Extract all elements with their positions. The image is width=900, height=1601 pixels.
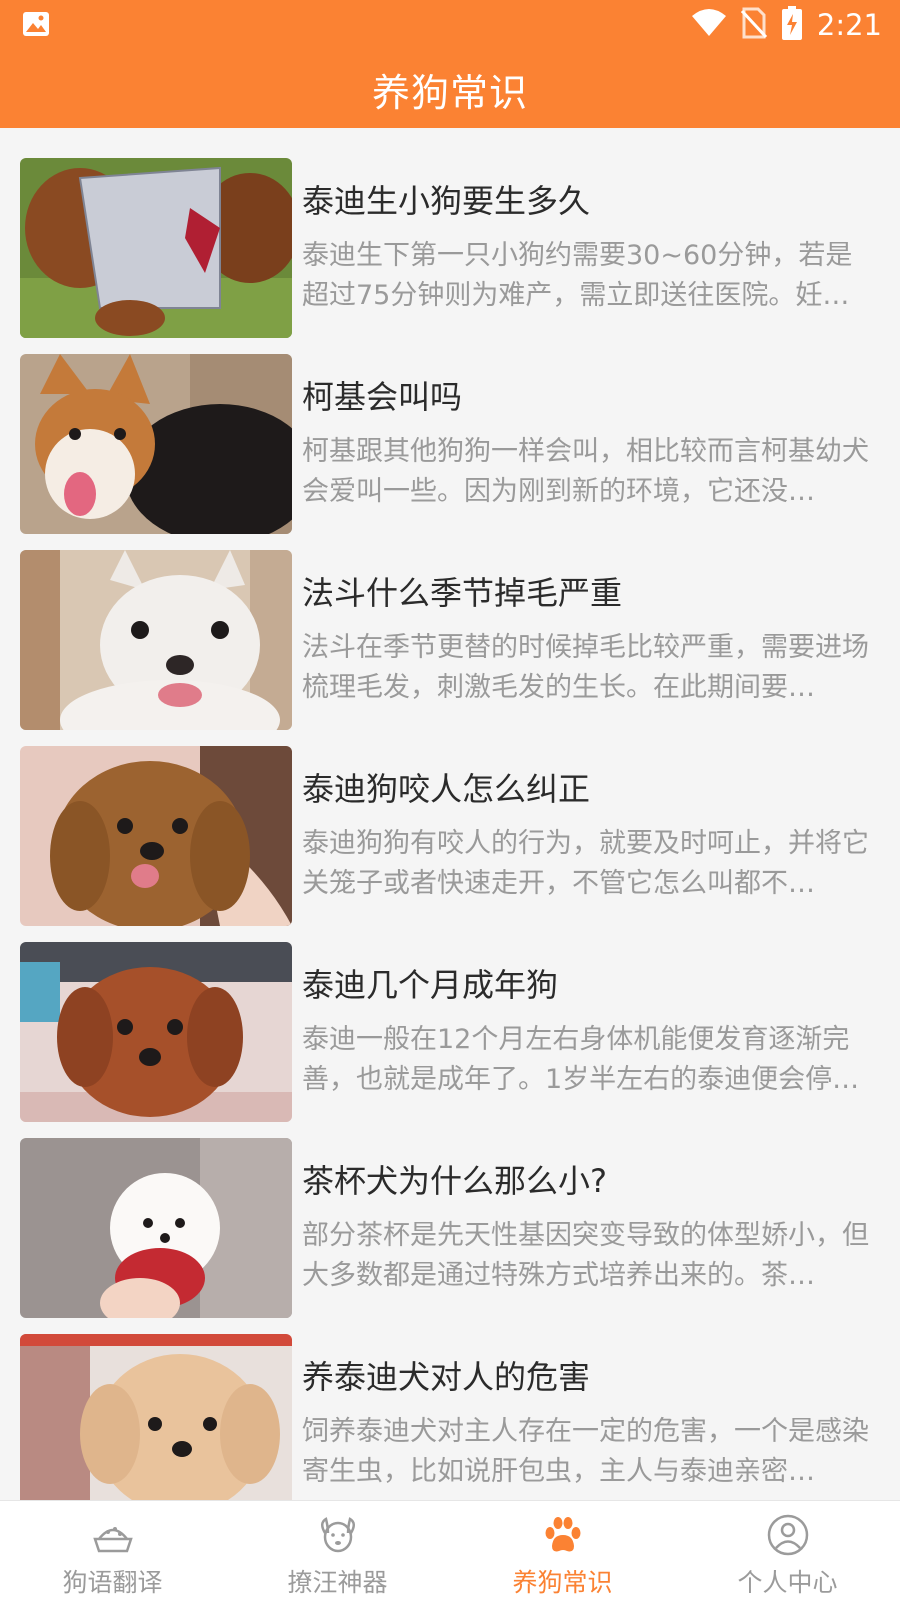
article-thumbnail (20, 746, 292, 926)
dog-bowl-icon (92, 1527, 133, 1553)
list-item[interactable]: 柯基会叫吗 柯基跟其他狗狗一样会叫，相比较而言柯基幼犬会爱叫一些。因为刚到新的环… (0, 324, 900, 534)
list-item[interactable]: 泰迪几个月成年狗 泰迪一般在12个月左右身体机能便发育逐渐完善，也就是成年了。1… (0, 912, 900, 1122)
article-summary: 泰迪狗狗有咬人的行为，就要及时呵止，并将它关笼子或者快速走开，不管它怎么叫都不… (302, 828, 869, 899)
article-title: 茶杯犬为什么那么小? (302, 1162, 607, 1200)
list-item[interactable]: 泰迪狗咬人怎么纠正 泰迪狗狗有咬人的行为，就要及时呵止，并将它关笼子或者快速走开… (0, 716, 900, 926)
list-item[interactable]: 茶杯犬为什么那么小? 部分茶杯是先天性基因突变导致的体型娇小，但大多数都是通过特… (0, 1108, 900, 1318)
article-summary: 部分茶杯是先天性基因突变导致的体型娇小，但大多数都是通过特殊方式培养出来的。茶… (302, 1220, 869, 1291)
status-bar: 2:21 (0, 0, 900, 50)
article-thumbnail (20, 550, 292, 730)
list-item[interactable]: 养泰迪犬对人的危害 饲养泰迪犬对主人存在一定的危害，一个是感染寄生虫，比如说肝包… (0, 1304, 900, 1500)
nav-tab-profile[interactable]: 个人中心 (675, 1501, 900, 1601)
article-summary: 饲养泰迪犬对主人存在一定的危害，一个是感染寄生虫，比如说肝包虫，主人与泰迪亲密… (302, 1416, 869, 1487)
nav-label: 撩汪神器 (287, 1568, 388, 1597)
article-thumbnail (20, 158, 292, 338)
article-thumbnail (20, 1138, 292, 1318)
article-title: 泰迪生小狗要生多久 (302, 182, 591, 220)
nav-label: 狗语翻译 (62, 1568, 163, 1597)
list-item[interactable]: 泰迪生小狗要生多久 泰迪生下第一只小狗约需要30~60分钟，若是超过75分钟则为… (0, 128, 900, 338)
dog-face-icon (320, 1517, 355, 1553)
article-thumbnail (20, 1334, 292, 1500)
article-thumbnail (20, 354, 292, 534)
battery-charging-icon (781, 6, 803, 44)
image-icon (22, 11, 50, 37)
list-item[interactable]: 法斗什么季节掉毛严重 法斗在季节更替的时候掉毛比较严重，需要进场梳理毛发，刺激毛… (0, 520, 900, 730)
article-title: 泰迪狗咬人怎么纠正 (302, 770, 591, 808)
app-bar: 养狗常识 (0, 50, 900, 128)
nav-tab-translate[interactable]: 狗语翻译 (0, 1501, 225, 1601)
article-summary: 泰迪一般在12个月左右身体机能便发育逐渐完善，也就是成年了。1岁半左右的泰迪便会… (302, 1024, 860, 1095)
article-title: 法斗什么季节掉毛严重 (302, 574, 623, 612)
nav-label: 养狗常识 (512, 1568, 613, 1597)
nav-tab-toy[interactable]: 撩汪神器 (225, 1501, 450, 1601)
wifi-icon (691, 8, 727, 42)
article-thumbnail (20, 942, 292, 1122)
no-sim-icon (740, 7, 767, 43)
article-title: 柯基会叫吗 (302, 378, 463, 416)
user-icon (767, 1514, 808, 1556)
article-summary: 柯基跟其他狗狗一样会叫，相比较而言柯基幼犬会爱叫一些。因为刚到新的环境，它还没… (302, 436, 869, 507)
article-summary: 泰迪生下第一只小狗约需要30~60分钟，若是超过75分钟则为难产，需立即送往医院… (302, 240, 853, 311)
nav-tab-knowledge[interactable]: 养狗常识 (450, 1501, 675, 1601)
article-title: 泰迪几个月成年狗 (302, 966, 559, 1004)
bottom-nav: 狗语翻译 撩汪神器 养狗常识 个人中心 (0, 1500, 900, 1601)
article-summary: 法斗在季节更替的时候掉毛比较严重，需要进场梳理毛发，刺激毛发的生长。在此期间要… (302, 632, 869, 703)
article-list[interactable]: 泰迪生小狗要生多久 泰迪生下第一只小狗约需要30~60分钟，若是超过75分钟则为… (0, 128, 900, 1500)
nav-label: 个人中心 (737, 1568, 838, 1597)
article-title: 养泰迪犬对人的危害 (302, 1358, 591, 1396)
status-time: 2:21 (816, 8, 882, 42)
page-title: 养狗常识 (371, 70, 528, 115)
paw-icon (545, 1517, 580, 1552)
